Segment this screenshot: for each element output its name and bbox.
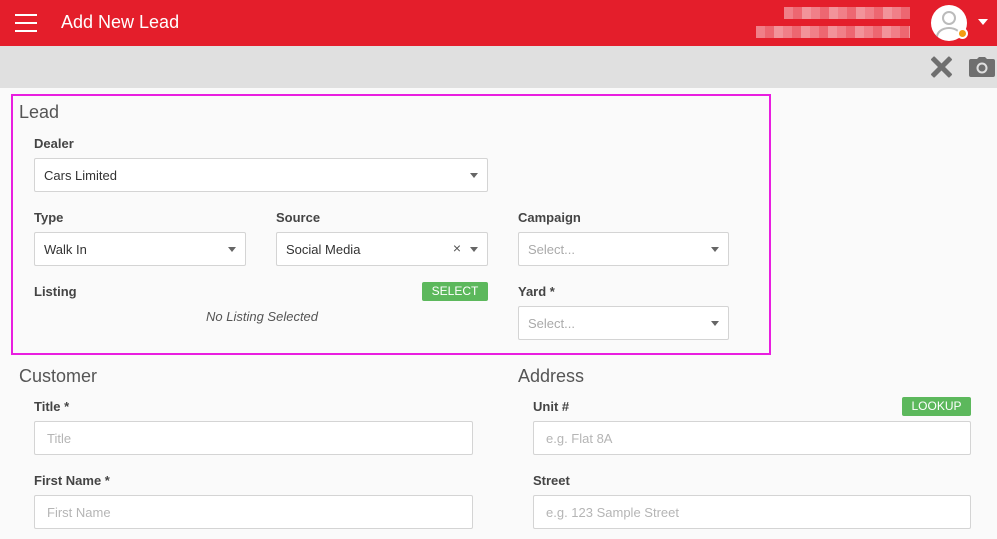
camera-icon[interactable] bbox=[969, 57, 995, 77]
dealer-select[interactable]: Cars Limited bbox=[34, 158, 488, 192]
dealer-label: Dealer bbox=[34, 136, 74, 151]
chevron-down-icon bbox=[470, 173, 478, 178]
type-select[interactable]: Walk In bbox=[34, 232, 246, 266]
type-label: Type bbox=[34, 210, 64, 225]
redacted-user-name bbox=[784, 7, 910, 19]
source-select[interactable]: Social Media × bbox=[276, 232, 488, 266]
street-input[interactable] bbox=[533, 495, 971, 529]
hamburger-menu-icon[interactable] bbox=[15, 14, 37, 32]
campaign-select[interactable]: Select... bbox=[518, 232, 729, 266]
yard-label: Yard * bbox=[518, 284, 555, 299]
clear-icon[interactable]: × bbox=[453, 240, 461, 256]
lookup-button[interactable]: LOOKUP bbox=[902, 397, 971, 416]
first-name-label: First Name * bbox=[34, 473, 110, 488]
customer-heading: Customer bbox=[19, 366, 98, 386]
listing-label: Listing bbox=[34, 284, 77, 299]
source-value: Social Media bbox=[286, 242, 361, 257]
chevron-down-icon bbox=[711, 247, 719, 252]
dealer-value: Cars Limited bbox=[44, 168, 117, 183]
lead-heading: Lead bbox=[19, 102, 60, 122]
first-name-input[interactable] bbox=[34, 495, 473, 529]
source-label: Source bbox=[276, 210, 321, 225]
street-label: Street bbox=[533, 473, 570, 488]
yard-placeholder: Select... bbox=[528, 316, 575, 331]
action-toolbar bbox=[0, 46, 997, 88]
chevron-down-icon bbox=[470, 247, 478, 252]
user-menu-chevron-down-icon[interactable] bbox=[978, 19, 988, 25]
title-label: Title * bbox=[34, 399, 70, 414]
campaign-placeholder: Select... bbox=[528, 242, 575, 257]
page-title: Add New Lead bbox=[61, 12, 180, 32]
address-heading: Address bbox=[518, 366, 585, 386]
close-icon[interactable] bbox=[928, 54, 954, 80]
unit-input[interactable] bbox=[533, 421, 971, 455]
status-dot bbox=[957, 28, 968, 39]
chevron-down-icon bbox=[711, 321, 719, 326]
yard-select[interactable]: Select... bbox=[518, 306, 729, 340]
unit-label: Unit # bbox=[533, 399, 570, 414]
campaign-label: Campaign bbox=[518, 210, 581, 225]
type-value: Walk In bbox=[44, 242, 87, 257]
no-listing-text: No Listing Selected bbox=[206, 309, 319, 324]
select-listing-button[interactable]: SELECT bbox=[422, 282, 488, 301]
title-input[interactable] bbox=[34, 421, 473, 455]
chevron-down-icon bbox=[228, 247, 236, 252]
redacted-user-detail bbox=[756, 26, 910, 38]
